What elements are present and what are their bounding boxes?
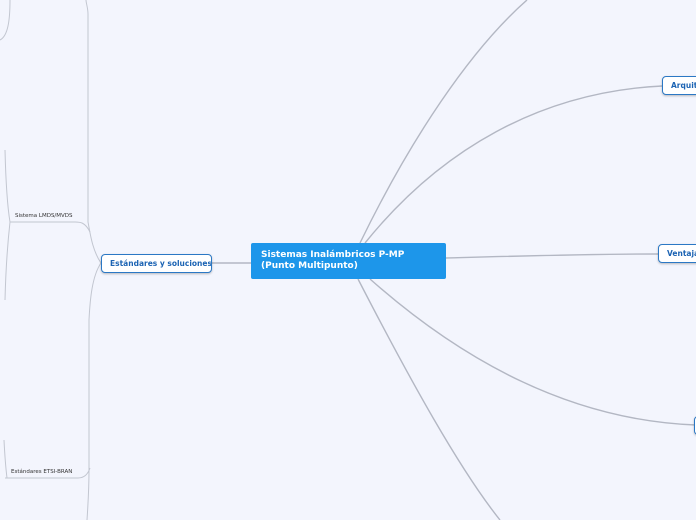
connector-lower-right	[369, 278, 696, 426]
connector-lmds-stem	[4, 149, 11, 301]
node-estandares-y-soluciones[interactable]: Estándares y soluciones	[101, 254, 212, 273]
connector-topleft	[0, 0, 11, 41]
subtopic-lmds[interactable]: Sistema LMDS/MVDS	[15, 213, 73, 219]
connector-bottom	[357, 278, 501, 520]
connector-left-trunk	[85, 0, 102, 264]
node-arquitectura-label: Arquitectura	[671, 81, 696, 90]
node-arquitectura[interactable]: Arquitectura	[662, 76, 696, 95]
connector-etsi-stem	[3, 439, 8, 479]
node-ventajas[interactable]: Ventajas	[658, 244, 696, 263]
connector-top	[359, 0, 528, 244]
connector-ventajas	[445, 253, 659, 259]
node-estandares-label: Estándares y soluciones	[110, 259, 212, 268]
connector-left-trunk-lower	[86, 262, 102, 520]
node-ventajas-label: Ventajas	[667, 249, 696, 258]
subtopic-etsi[interactable]: Estándares ETSI-BRAN	[11, 469, 72, 475]
connector-arquitectura	[364, 85, 663, 244]
connector-lmds	[10, 221, 91, 233]
central-topic[interactable]: Sistemas Inalámbricos P-MP (Punto Multip…	[251, 243, 446, 279]
central-topic-label: Sistemas Inalámbricos P-MP (Punto Multip…	[261, 250, 405, 271]
